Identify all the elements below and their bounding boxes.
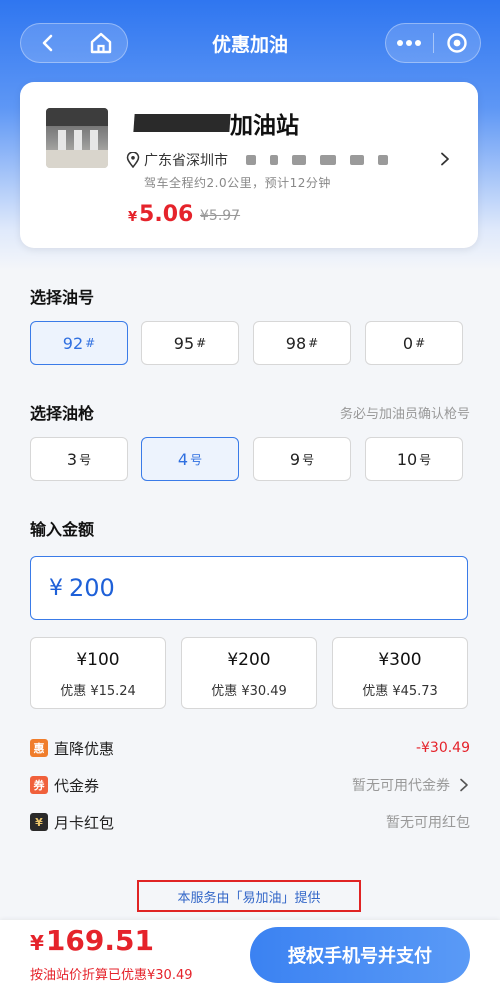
direct-discount-value: -¥30.49 — [415, 740, 470, 756]
service-provider-note: 本服务由「易加油」提供 — [137, 880, 361, 912]
voucher-badge-icon: 券 — [30, 776, 48, 794]
gun-option-9[interactable]: 9号 — [253, 437, 351, 481]
checkout-bar: ¥169.51 按油站价折算已优惠¥30.49 授权手机号并支付 — [0, 920, 500, 994]
target-icon — [447, 33, 467, 53]
gun-option-number: 9 — [289, 449, 301, 469]
voucher-value-wrap: 暂无可用代金券 — [352, 775, 470, 795]
direct-discount-label: 直降优惠 — [54, 739, 115, 758]
close-miniprogram-button[interactable] — [433, 23, 480, 63]
gun-option-10[interactable]: 10 号 — [365, 437, 463, 481]
total-currency: ¥ — [30, 931, 44, 955]
quick-amount-100[interactable]: ¥100 优惠 ¥15.24 — [30, 637, 166, 709]
gun-section-label: 选择油枪 — [30, 404, 95, 423]
quick-amount-value: ¥300 — [378, 650, 422, 670]
amount-section-label: 输入金额 — [30, 520, 95, 539]
total-value: 169.51 — [45, 924, 154, 957]
discount-badge-icon: 惠 — [30, 739, 48, 757]
fuel-option-0[interactable]: 0 # — [365, 321, 463, 365]
quick-amount-discount: 优惠 ¥15.24 — [60, 684, 136, 699]
chevron-right-icon — [441, 152, 449, 166]
nav-right-capsule — [385, 23, 481, 63]
fuel-option-number: 95 — [173, 333, 195, 353]
station-distance: 驾车全程约2.0公里，预计12分钟 — [144, 176, 331, 190]
redacted-address — [320, 155, 336, 165]
redacted-address — [378, 155, 388, 165]
direct-discount-row: 惠 直降优惠 -¥30.49 — [30, 736, 470, 760]
voucher-value: 暂无可用代金券 — [352, 778, 450, 794]
station-address-row: 广东省深圳市 — [126, 150, 456, 170]
station-card[interactable]: 加油站 广东省深圳市 驾车全程约2.0公里，预计12分钟 ¥5.06 ¥5.97 — [20, 82, 478, 248]
station-original-price: ¥5.97 — [200, 208, 241, 224]
voucher-row[interactable]: 券 代金券 暂无可用代金券 — [30, 773, 470, 797]
gun-option-number: 4 — [177, 449, 189, 469]
redacted-address — [246, 155, 256, 165]
gun-option-4[interactable]: 4号 — [141, 437, 239, 481]
station-photo — [46, 108, 108, 168]
redacted-address — [292, 155, 306, 165]
fuel-option-number: 0 — [402, 333, 414, 353]
redacted-address — [350, 155, 364, 165]
monthly-card-badge-icon: ¥ — [30, 813, 48, 831]
gun-option-suffix: 号 — [419, 452, 432, 467]
price-value: 5.06 — [139, 202, 194, 227]
fuel-option-suffix: # — [196, 336, 207, 350]
fuel-option-suffix: # — [85, 336, 96, 350]
price-currency: ¥ — [128, 210, 138, 225]
authorize-pay-button[interactable]: 授权手机号并支付 — [250, 927, 470, 983]
gun-option-3[interactable]: 3号 — [30, 437, 128, 481]
total-discount-note: 按油站价折算已优惠¥30.49 — [30, 968, 193, 983]
fuel-section-label: 选择油号 — [30, 288, 95, 307]
redacted-station-prefix — [133, 114, 231, 132]
station-price: ¥5.06 — [128, 202, 193, 227]
fuel-option-92[interactable]: 92 # — [30, 321, 128, 365]
amount-input[interactable]: ¥200 — [30, 556, 468, 620]
fuel-option-number: 92 — [62, 333, 84, 353]
fuel-option-95[interactable]: 95 # — [141, 321, 239, 365]
monthly-redpacket-row: ¥ 月卡红包 暂无可用红包 — [30, 810, 470, 834]
gun-option-suffix: 号 — [302, 452, 315, 467]
fuel-option-98[interactable]: 98 # — [253, 321, 351, 365]
more-button[interactable] — [386, 23, 433, 63]
gun-option-suffix: 号 — [190, 452, 203, 467]
amount-currency: ¥ — [49, 575, 63, 601]
amount-value: 200 — [69, 574, 115, 602]
fuel-option-suffix: # — [308, 336, 319, 350]
location-pin-icon — [126, 152, 140, 168]
station-name: 加油站 — [230, 113, 299, 139]
gun-section-hint: 务必与加油员确认枪号 — [339, 407, 470, 422]
chevron-right-icon — [460, 778, 468, 792]
quick-amount-value: ¥200 — [227, 650, 271, 670]
quick-amount-200[interactable]: ¥200 优惠 ¥30.49 — [181, 637, 317, 709]
monthly-redpacket-label: 月卡红包 — [54, 813, 115, 832]
quick-amount-discount: 优惠 ¥45.73 — [362, 684, 438, 699]
more-dots-icon — [397, 40, 422, 46]
gun-option-number: 10 — [396, 449, 418, 469]
station-address: 广东省深圳市 — [144, 153, 228, 169]
gun-option-suffix: 号 — [79, 452, 92, 467]
gun-option-number: 3 — [66, 449, 78, 469]
fuel-option-number: 98 — [285, 333, 307, 353]
voucher-label: 代金券 — [54, 776, 100, 795]
quick-amount-value: ¥100 — [76, 650, 120, 670]
total-price: ¥169.51 — [30, 924, 154, 957]
quick-amount-discount: 优惠 ¥30.49 — [211, 684, 287, 699]
monthly-redpacket-value: 暂无可用红包 — [386, 815, 470, 831]
quick-amount-300[interactable]: ¥300 优惠 ¥45.73 — [332, 637, 468, 709]
fuel-option-suffix: # — [415, 336, 426, 350]
redacted-address — [270, 155, 278, 165]
